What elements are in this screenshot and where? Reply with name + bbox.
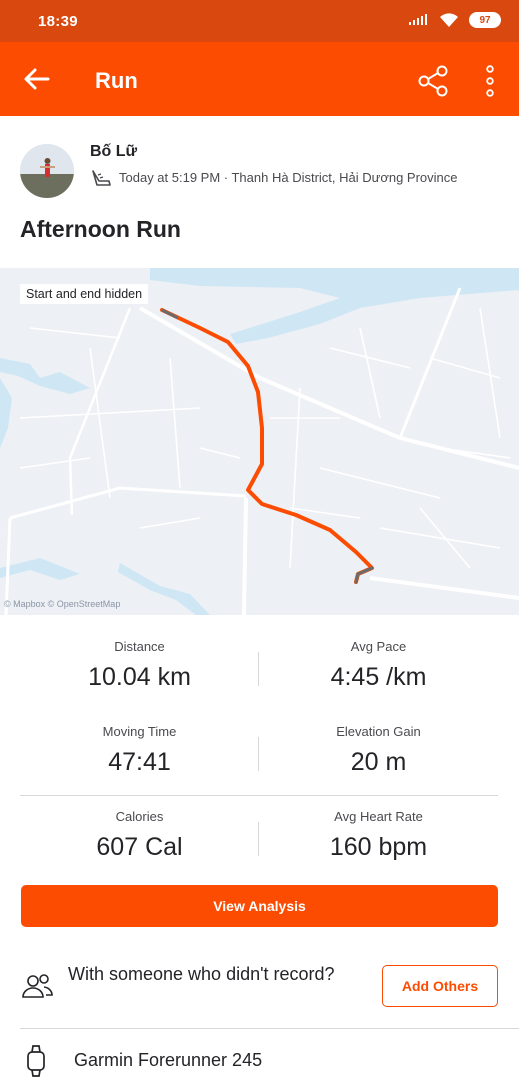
avatar-photo (20, 144, 74, 198)
stats-row: Calories 607 Cal Avg Heart Rate 160 bpm (20, 800, 498, 885)
shoe-icon (92, 170, 111, 186)
app-bar: Run (0, 42, 519, 116)
stat-value: 160 bpm (329, 833, 428, 861)
route-map[interactable]: Start and end hidden © Mapbox © OpenStre… (0, 268, 519, 615)
battery-indicator: 97 (469, 12, 501, 28)
map-attribution[interactable]: © Mapbox © OpenStreetMap (4, 599, 120, 609)
stat-label: Distance (114, 639, 165, 654)
stat-label: Moving Time (102, 724, 177, 739)
stats-row: Distance 10.04 km Avg Pace 4:45 /km (20, 630, 498, 715)
stat-label: Calories (115, 809, 164, 824)
with-others-prompt: With someone who didn't record? (68, 964, 335, 984)
stat-value: 47:41 (108, 748, 171, 776)
status-bar: 18:39 97 (0, 0, 519, 42)
stats-grid: Distance 10.04 km Avg Pace 4:45 /km Movi… (20, 630, 498, 885)
status-time: 18:39 (38, 13, 78, 30)
activity-meta: Today at 5:19 PM · Thanh Hà District, Hả… (119, 170, 458, 185)
stats-separator (20, 795, 498, 796)
privacy-note: Start and end hidden (20, 284, 149, 304)
athlete-header[interactable]: Bố Lữ Today at 5:19 PM · Thanh Hà Distri… (0, 116, 519, 206)
back-arrow-icon[interactable] (20, 65, 52, 93)
view-analysis-button[interactable]: View Analysis (21, 885, 498, 927)
wifi-icon (440, 12, 458, 27)
page-title: Run (95, 68, 138, 93)
stat-moving-time: Moving Time 47:41 (20, 723, 259, 777)
stat-avg-pace: Avg Pace 4:45 /km (259, 638, 498, 692)
activity-title: Afternoon Run (20, 216, 181, 242)
stat-avg-heart-rate: Avg Heart Rate 160 bpm (259, 808, 498, 862)
athlete-name[interactable]: Bố Lữ (90, 143, 137, 161)
stat-value: 20 m (350, 748, 407, 776)
stat-value: 607 Cal (96, 833, 183, 861)
stat-value: 4:45 /km (330, 663, 427, 691)
stat-label: Avg Heart Rate (334, 809, 423, 824)
status-icons: 97 (409, 12, 501, 28)
avatar[interactable] (20, 144, 74, 198)
stat-elevation-gain: Elevation Gain 20 m (259, 723, 498, 777)
add-others-button[interactable]: Add Others (382, 965, 498, 1007)
stat-value: 10.04 km (88, 663, 191, 691)
share-icon[interactable] (416, 64, 450, 98)
stats-row: Moving Time 47:41 Elevation Gain 20 m (20, 715, 498, 800)
stat-calories: Calories 607 Cal (20, 808, 259, 862)
group-icon (22, 974, 53, 998)
stat-distance: Distance 10.04 km (20, 638, 259, 692)
stat-label: Avg Pace (350, 639, 407, 654)
stat-label: Elevation Gain (336, 724, 421, 739)
signal-icon (409, 14, 427, 25)
watch-icon (27, 1045, 45, 1077)
device-separator (20, 1028, 519, 1029)
device-name: Garmin Forerunner 245 (74, 1050, 263, 1070)
more-vertical-icon[interactable] (480, 64, 500, 98)
map-canvas (0, 268, 519, 615)
